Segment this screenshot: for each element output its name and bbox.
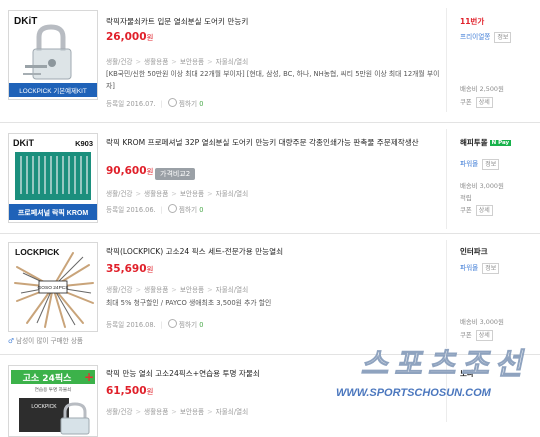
breadcrumb-item[interactable]: 생활용품: [144, 190, 168, 198]
breadcrumb-item[interactable]: 자물쇠/열쇠: [216, 58, 249, 66]
product-description-1: [KB국민/신한 50만원 이상 최대 22개월 부이자] [현대, 삼성, B…: [106, 70, 440, 90]
product-description-3: 최대 5% 청구할인 / PAYCO 생애최초 3,500원 추가 할인: [106, 299, 272, 307]
breadcrumb-item[interactable]: 생활/건강: [106, 58, 133, 66]
breadcrumb-item[interactable]: 보안용품: [180, 190, 204, 198]
breadcrumb-item[interactable]: 생활/건강: [106, 190, 133, 198]
info-tag[interactable]: 정보: [482, 263, 500, 274]
watermark: 스포츠조선 WWW.SPORTSCHOSUN.COM: [300, 330, 540, 421]
shipping-2: 배송비 3,000원: [460, 182, 504, 190]
product-row-2: DKiT K903 프로페셔널 락픽 KROM 락픽 KROM 프로페셔널 32…: [0, 122, 540, 233]
thumb-caption: 프로페셔널 락픽 KROM: [18, 208, 89, 217]
thumb-code: K903: [75, 139, 93, 148]
product-price-4: 61,500원: [106, 385, 154, 397]
breadcrumb-item[interactable]: 자물쇠/열쇠: [216, 190, 249, 198]
product-thumbnail-4[interactable]: 고소 24픽스 + 연습용 투명 자물쇠 LOCKPICK: [8, 365, 98, 437]
breadcrumb-item[interactable]: 생활용품: [144, 286, 168, 294]
npay-badge: N Pay: [489, 140, 512, 146]
breadcrumb-item[interactable]: 자물쇠/열쇠: [216, 408, 249, 416]
heart-icon: [167, 319, 177, 328]
breadcrumb-item[interactable]: 자물쇠/열쇠: [216, 286, 249, 294]
thumb-brand: LOCKPICK: [15, 247, 60, 257]
product-title-1[interactable]: 락픽자물쇠카트 입문 열쇠분실 도어키 만능키: [106, 16, 436, 28]
zzim-button[interactable]: 찜하기 0: [167, 98, 203, 108]
info-tag[interactable]: 정보: [494, 32, 512, 43]
breadcrumb-item[interactable]: 보안용품: [180, 286, 204, 294]
watermark-url: WWW.SPORTSCHOSUN.COM: [336, 387, 492, 399]
shipping-3: 배송비 3,000원: [460, 318, 504, 326]
seller-sub-2[interactable]: 파워몰 정보: [460, 158, 500, 170]
info-tag[interactable]: 정보: [482, 159, 500, 170]
zzim-button[interactable]: 찜하기 0: [167, 204, 203, 214]
product-thumbnail-2[interactable]: DKiT K903 프로페셔널 락픽 KROM: [8, 133, 98, 223]
product-thumbnail-3[interactable]: LOCKPICK GOSO 24PCS: [8, 242, 98, 332]
breadcrumb-item[interactable]: 생활/건강: [106, 408, 133, 416]
thumb-caption: LOCKPICK 기본예제KIT: [19, 86, 87, 95]
registered-date: 등록일 2016.07.: [106, 100, 156, 108]
product-meta-1: 등록일 2016.07. | 찜하기 0: [106, 98, 204, 108]
product-price-2: 90,600원: [106, 165, 154, 177]
watermark-logo: 스포츠조선: [359, 347, 534, 382]
points-2: 적립: [460, 194, 472, 202]
buyer-stat-note: ♂ 남성이 많이 구매한 상품: [8, 337, 83, 345]
male-icon: ♂: [8, 337, 14, 345]
price-compare-button[interactable]: 가격비교2: [155, 168, 196, 180]
breadcrumb-item[interactable]: 생활/건강: [106, 286, 133, 294]
detail-tag[interactable]: 상세: [475, 97, 493, 108]
breadcrumb-4: 생활/건강 > 생활용품 > 보안용품 > 자물쇠/열쇠: [106, 408, 249, 416]
seller-name-2[interactable]: 해피투몰 N Pay: [460, 137, 512, 148]
thumb-sub: GOSO 24PCS: [38, 285, 69, 291]
thumb-sub: 연습용 투명 자물쇠: [35, 386, 72, 393]
product-meta-3: 등록일 2016.08. | 찜하기 0: [106, 319, 204, 329]
breadcrumb-item[interactable]: 생활용품: [144, 408, 168, 416]
product-thumbnail-1[interactable]: DKiT LOCKPICK 기본예제KIT: [8, 10, 98, 100]
thumb-brand: DKiT: [13, 138, 34, 148]
breadcrumb-item[interactable]: 보안용품: [180, 408, 204, 416]
product-row-1: DKiT LOCKPICK 기본예제KIT 락픽자물쇠카트 입문 열쇠분실 도어…: [0, 0, 540, 118]
thumb-brand: LOCKPICK: [31, 404, 57, 410]
product-meta-2: 등록일 2016.06. | 찜하기 0: [106, 204, 204, 214]
product-title-3[interactable]: 락픽(LOCKPICK) 고소24 픽스 세트-전문가용 만능열쇠: [106, 246, 436, 258]
seller-sub-3[interactable]: 파워몰 정보: [460, 262, 500, 274]
breadcrumb-item[interactable]: 생활용품: [144, 58, 168, 66]
seller-name-1[interactable]: 11번가: [460, 16, 484, 27]
svg-text:+: +: [84, 370, 94, 384]
breadcrumb-3: 생활/건강 > 생활용품 > 보안용품 > 자물쇠/열쇠: [106, 286, 249, 294]
coupon-2: 쿠폰 상세: [460, 205, 493, 216]
product-price-1: 26,000원: [106, 31, 154, 43]
registered-date: 등록일 2016.08.: [106, 321, 156, 329]
product-title-2[interactable]: 락픽 KROM 프로페셔널 32P 열쇠분실 도어키 만능키 대량주문 각종인쇄…: [106, 137, 436, 149]
breadcrumb-1: 생활/건강 > 생활용품 > 보안용품 > 자물쇠/열쇠: [106, 58, 249, 66]
heart-icon: [167, 98, 177, 107]
shipping-1: 배송비 2,500원: [460, 85, 504, 93]
seller-name-3[interactable]: 인터파크: [460, 246, 488, 257]
zzim-button[interactable]: 찜하기 0: [167, 319, 203, 329]
heart-icon: [167, 204, 177, 213]
seller-sub-1[interactable]: 프리이얼쫑 정보: [460, 31, 512, 43]
detail-tag[interactable]: 상세: [475, 205, 493, 216]
registered-date: 등록일 2016.06.: [106, 206, 156, 214]
product-price-3: 35,690원: [106, 263, 154, 275]
coupon-1: 쿠폰 상세: [460, 97, 493, 108]
thumb-caption: 고소 24픽스: [23, 372, 72, 384]
breadcrumb-item[interactable]: 보안용품: [180, 58, 204, 66]
thumb-brand: DKiT: [14, 16, 37, 27]
breadcrumb-2: 생활/건강 > 생활용품 > 보안용품 > 자물쇠/열쇠: [106, 190, 249, 198]
